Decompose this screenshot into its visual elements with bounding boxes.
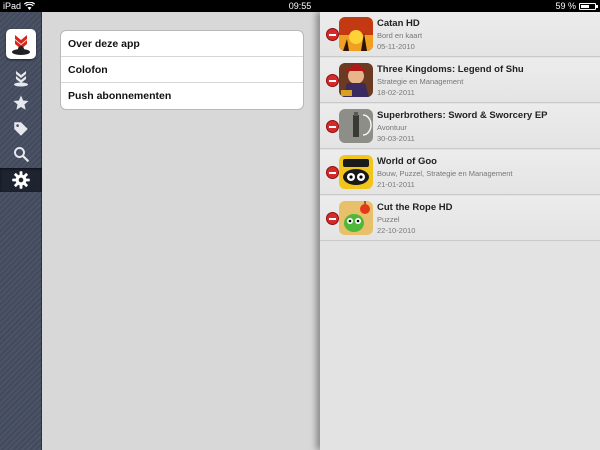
chevrons-down-icon: [14, 71, 28, 87]
sidebar-item-settings[interactable]: [0, 168, 42, 192]
sidebar-item-tags[interactable]: [0, 117, 42, 141]
subscriptions-list: Catan HD Bord en kaart 05-11-2010 Three …: [320, 12, 600, 450]
game-date: 21-01-2011: [377, 180, 415, 189]
tag-icon: [14, 122, 28, 136]
game-date: 18-02-2011: [377, 88, 415, 97]
game-date: 22-10-2010: [377, 226, 416, 235]
delete-icon[interactable]: [326, 120, 339, 133]
status-bar: iPad 09:55 59 %: [0, 0, 600, 12]
list-item[interactable]: Cut the Rope HD Puzzel 22-10-2010: [320, 196, 600, 241]
star-icon: [13, 95, 29, 110]
sidebar-item-favorites[interactable]: [0, 91, 42, 115]
cut-the-rope-icon: [339, 201, 373, 235]
game-title: World of Goo: [377, 156, 437, 167]
list-item[interactable]: Catan HD Bord en kaart 05-11-2010: [320, 12, 600, 57]
game-date: 30-03-2011: [377, 134, 415, 143]
sidebar-item-search[interactable]: [0, 142, 42, 166]
game-title: Superbrothers: Sword & Sworcery EP: [377, 110, 548, 121]
sidebar-item-new[interactable]: [0, 66, 42, 90]
game-category: Strategie en Management: [377, 77, 464, 86]
delete-icon[interactable]: [326, 74, 339, 87]
world-of-goo-icon: [339, 155, 373, 189]
catan-hd-icon: [339, 17, 373, 51]
battery-percentage: 59 %: [555, 1, 576, 11]
game-category: Bord en kaart: [377, 31, 423, 40]
menu-item-push-subscriptions[interactable]: Push abonnementen: [61, 83, 303, 109]
gear-icon: [12, 171, 30, 189]
app-logo[interactable]: [6, 29, 36, 59]
game-title: Catan HD: [377, 18, 420, 29]
red-hat-logo-icon: [12, 35, 30, 55]
list-item[interactable]: World of Goo Bouw, Puzzel, Strategie en …: [320, 150, 600, 195]
game-date: 05-11-2010: [377, 42, 415, 51]
delete-icon[interactable]: [326, 166, 339, 179]
search-icon: [14, 147, 29, 162]
game-category: Puzzel: [377, 215, 400, 224]
settings-menu: Over deze app Colofon Push abonnementen: [60, 30, 304, 110]
sidebar: [0, 12, 42, 450]
list-item[interactable]: Superbrothers: Sword & Sworcery EP Avont…: [320, 104, 600, 149]
game-title: Cut the Rope HD: [377, 202, 453, 213]
sworcery-icon: [339, 109, 373, 143]
menu-item-about[interactable]: Over deze app: [61, 31, 303, 57]
list-item[interactable]: Three Kingdoms: Legend of Shu Strategie …: [320, 58, 600, 103]
delete-icon[interactable]: [326, 28, 339, 41]
battery-icon: [579, 3, 598, 10]
game-category: Avontuur: [377, 123, 407, 132]
settings-pane: Over deze app Colofon Push abonnementen: [42, 12, 320, 450]
clock: 09:55: [288, 1, 312, 11]
three-kingdoms-icon: [339, 63, 373, 97]
delete-icon[interactable]: [326, 212, 339, 225]
game-category: Bouw, Puzzel, Strategie en Management: [377, 169, 513, 178]
game-title: Three Kingdoms: Legend of Shu: [377, 64, 524, 75]
menu-item-colophon[interactable]: Colofon: [61, 57, 303, 83]
